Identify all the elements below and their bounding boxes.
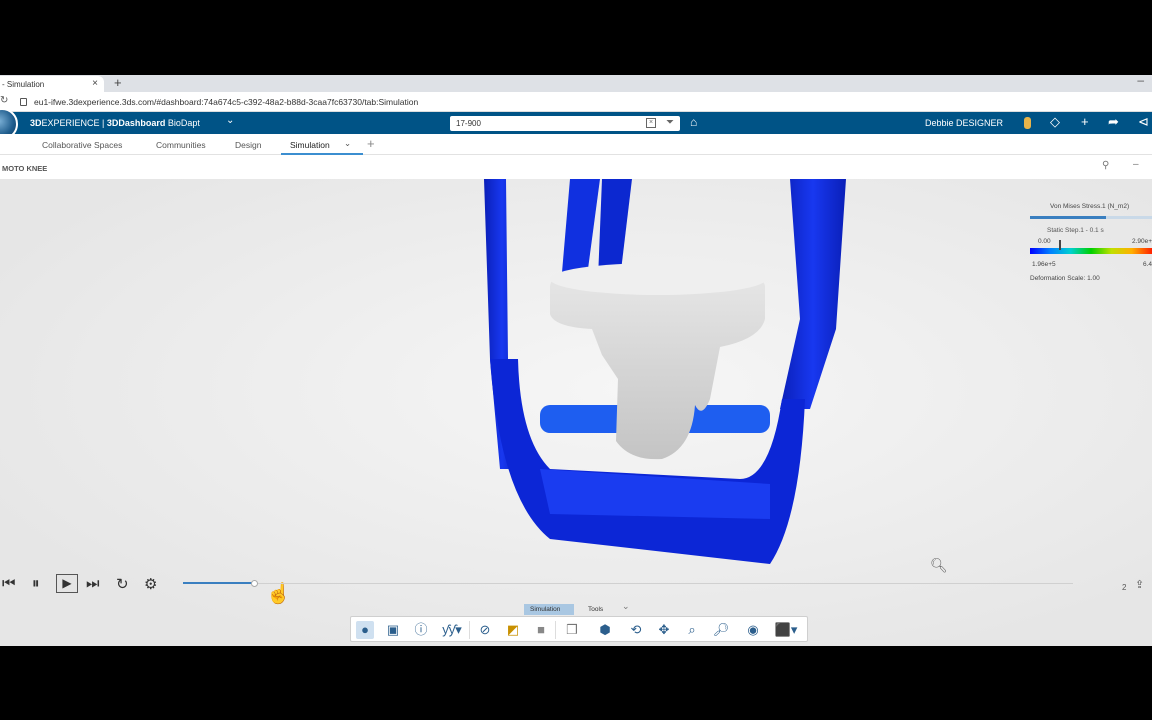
tab-simulation[interactable]: Simulation — [290, 140, 330, 150]
close-tab-icon[interactable]: × — [92, 78, 98, 89]
chevron-down-icon[interactable]: ⌄ — [226, 115, 234, 126]
settings-gear-icon[interactable]: ⚙ — [144, 575, 157, 593]
legend-progress — [1030, 216, 1152, 219]
add-icon[interactable]: + — [1081, 114, 1089, 129]
legend-step[interactable]: Static Step.1 - 0.1 s — [1030, 227, 1152, 234]
legend-high-value: 6.4 — [1142, 261, 1152, 268]
forward-icon[interactable]: ➦ — [1108, 114, 1119, 130]
clear-search-icon[interactable]: × — [646, 118, 656, 128]
avatar[interactable] — [1024, 117, 1031, 129]
collapse-icon[interactable]: – — [1133, 159, 1139, 170]
legend-low-value: 1.96e+5 — [1032, 261, 1056, 268]
legend-values: 1.96e+5 6.4 — [1030, 261, 1152, 273]
legend-marker[interactable] — [1059, 240, 1061, 250]
add-tab-button[interactable]: + — [367, 136, 375, 151]
address-bar[interactable]: ↻ eu1-ifwe.3dexperience.3ds.com/#dashboa… — [0, 92, 1152, 112]
knee-model[interactable] — [470, 179, 870, 579]
magnifier-icon[interactable]: 🔍︎ — [930, 557, 948, 574]
widget-title: MOTO KNEE — [2, 164, 48, 173]
actionbar-tab-tools[interactable]: Tools — [582, 604, 609, 615]
browser-tab-strip: - Simulation × + – — [0, 75, 1152, 92]
rotate-icon[interactable]: ⟲ — [627, 621, 645, 639]
zoom-icon[interactable]: 🔎︎ — [712, 621, 730, 639]
search-input[interactable]: 17-900 × ⏷ — [450, 116, 680, 131]
legend-title: Von Mises Stress.1 (N_m2) — [1050, 203, 1130, 210]
timeline-handle[interactable] — [251, 580, 258, 587]
export-icon[interactable]: ⇪ — [1135, 578, 1144, 591]
brand-text: EXPERIENCE | — [41, 118, 107, 128]
deformation-scale: Deformation Scale: 1.00 — [1030, 275, 1100, 282]
timeline-progress — [183, 582, 254, 584]
knee-cap-top — [550, 263, 766, 295]
separator — [469, 621, 470, 639]
tab-design[interactable]: Design — [235, 140, 261, 150]
actionbar-tab-simulation[interactable]: Simulation — [524, 604, 574, 615]
brand-prefix: 3D — [30, 118, 42, 128]
top-bar: 3DEXPERIENCE | 3DDashboard BioDapt ⌄ 17-… — [0, 108, 1152, 140]
chevron-down-icon[interactable]: ⌄ — [622, 601, 630, 612]
pan-icon[interactable]: ✥ — [655, 621, 673, 639]
browser-tab-title: - Simulation — [2, 80, 45, 89]
result-legend[interactable]: Von Mises Stress.1 (N_m2) Static Step.1 … — [1030, 203, 1152, 282]
app-name: BioDapt — [167, 118, 200, 128]
view-cube-icon[interactable]: ⬛▾ — [774, 621, 798, 639]
gray-box-icon[interactable]: ■ — [532, 621, 550, 639]
reload-icon[interactable]: ↻ — [0, 95, 8, 106]
info-icon[interactable]: ⓘ — [412, 621, 430, 639]
pin-icon[interactable]: ⚲ — [1102, 160, 1109, 171]
minimize-button[interactable]: – — [1137, 75, 1144, 87]
user-name[interactable]: Debbie DESIGNER — [925, 118, 1003, 128]
page-number: 2 — [1122, 583, 1127, 592]
lock-icon — [20, 98, 27, 106]
action-bar: ● ▣ ⓘ ƴƴ▾ ⊘ ◩ ■ ❒ ⬢ ⟲ ✥ ⌕ 🔎︎ ◉ ⬛▾ — [350, 616, 808, 642]
legend-range: 0.00 2.90e+ — [1030, 238, 1152, 248]
cradle-base — [540, 469, 770, 519]
legend-max-label: 2.90e+ — [1131, 238, 1152, 245]
dashboard-tabs: Collaborative Spaces Communities Design … — [0, 134, 1152, 155]
tab-communities[interactable]: Communities — [156, 140, 206, 150]
legend-min-label: 0.00 — [1038, 238, 1051, 245]
brand-title[interactable]: 3DEXPERIENCE | 3DDashboard BioDapt — [30, 118, 200, 128]
frame-right-upright — [780, 179, 846, 409]
loop-icon[interactable]: ↻ — [116, 575, 129, 593]
tag-icon[interactable]: ⌂ — [690, 115, 697, 129]
look-at-icon[interactable]: ◉ — [744, 621, 762, 639]
search-value: 17-900 — [456, 119, 481, 128]
skip-forward-icon[interactable]: ⏭ — [86, 575, 100, 592]
cube-icon[interactable]: ❒ — [563, 621, 581, 639]
function-icon[interactable]: ƴƴ▾ — [440, 621, 464, 639]
playback-controls: ⏮ ⏸ ▶ ⏭ ↻ ⚙ — [0, 572, 180, 596]
hand-cursor-icon: ☝ — [266, 583, 291, 605]
share-tag-icon[interactable]: ◇ — [1050, 114, 1060, 130]
skip-back-icon[interactable]: ⏮ — [2, 575, 16, 592]
colormap-icon[interactable]: ◩ — [504, 621, 522, 639]
model-icon[interactable]: ▣ — [384, 621, 402, 639]
zoom-area-icon[interactable]: ⌕ — [683, 621, 701, 639]
browser-tab[interactable]: - Simulation × — [0, 76, 104, 92]
new-tab-button[interactable]: + — [114, 75, 122, 90]
network-icon[interactable]: ⊲ — [1138, 114, 1149, 130]
url-text[interactable]: eu1-ifwe.3dexperience.3ds.com/#dashboard… — [34, 97, 418, 107]
legend-color-scale — [1030, 248, 1152, 254]
filter-icon[interactable]: ⏷ — [666, 117, 674, 128]
play-icon[interactable]: ▶ — [56, 574, 78, 593]
tab-collaborative-spaces[interactable]: Collaborative Spaces — [42, 140, 122, 150]
pause-icon[interactable]: ⏸ — [32, 575, 40, 592]
tab-menu-chevron-icon[interactable]: ⌄ — [344, 138, 351, 149]
hide-icon[interactable]: ⊘ — [476, 621, 494, 639]
playback-timeline[interactable] — [183, 580, 1073, 587]
app-frame: - Simulation × + – ↻ eu1-ifwe.3dexperien… — [0, 75, 1152, 646]
separator — [555, 621, 556, 639]
widget-header: MOTO KNEE ⚲ – — [0, 155, 1152, 179]
sphere-icon[interactable]: ● — [356, 621, 374, 639]
mesh-icon[interactable]: ⬢ — [596, 621, 614, 639]
dashboard-name: 3DDashboard — [106, 118, 166, 128]
